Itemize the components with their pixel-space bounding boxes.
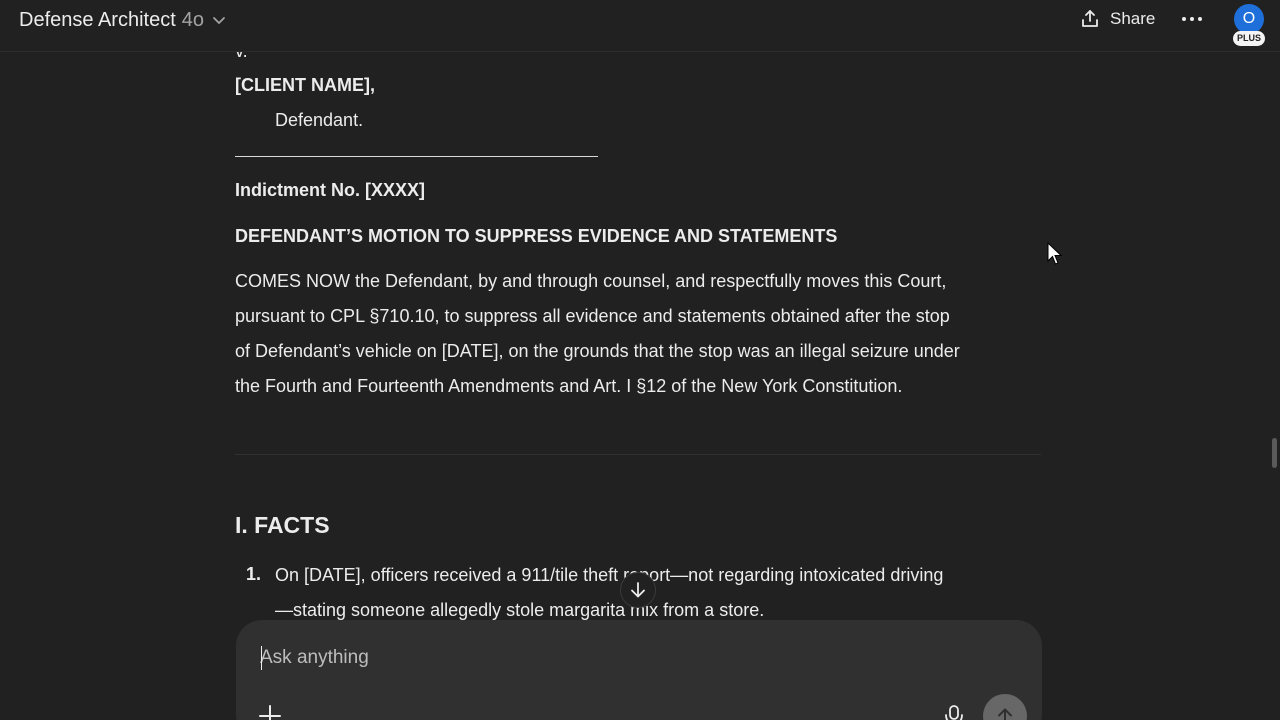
model-name: Defense Architect (19, 8, 176, 31)
send-button[interactable] (983, 694, 1027, 720)
scroll-to-bottom-button[interactable] (620, 572, 656, 608)
caption-divider (235, 156, 598, 157)
plus-icon[interactable] (256, 702, 284, 720)
defendant-label: Defendant. (275, 110, 364, 130)
intro-line: pursuant to CPL §710.10, to suppress all… (235, 306, 950, 326)
fact-number: 1. (246, 564, 262, 584)
intro-line: of Defendant’s vehicle on [DATE], on the… (235, 341, 960, 361)
plan-badge: PLUS (1233, 31, 1266, 46)
more-options-icon (1182, 17, 1202, 21)
section-divider (235, 454, 1041, 455)
fact-line: —stating someone allegedly stole margari… (275, 600, 765, 620)
microphone-icon[interactable] (942, 702, 966, 720)
prompt-input[interactable] (260, 644, 960, 672)
intro-line: the Fourth and Fourteenth Amendments and… (235, 376, 903, 396)
text-caret (261, 646, 262, 670)
more-options-button[interactable] (1174, 4, 1210, 34)
scrollbar-thumb[interactable] (1272, 438, 1277, 468)
intro-line: COMES NOW the Defendant, by and through … (235, 271, 947, 291)
user-avatar-button[interactable]: O PLUS (1232, 4, 1266, 46)
top-header: Defense Architect 4o Share O PLUS (0, 0, 1280, 52)
model-selector[interactable]: Defense Architect 4o (10, 6, 235, 34)
arrow-down-icon (631, 582, 645, 598)
share-button[interactable]: Share (1072, 4, 1163, 34)
mouse-cursor-icon (1047, 242, 1063, 265)
avatar: O (1234, 4, 1264, 34)
model-version: 4o (181, 8, 204, 31)
client-name: [CLIENT NAME], (235, 75, 375, 95)
share-icon (1082, 10, 1098, 27)
facts-heading: I. FACTS (235, 512, 330, 538)
chevron-down-icon (213, 17, 225, 24)
share-label: Share (1110, 9, 1156, 28)
arrow-up-icon (998, 708, 1012, 720)
composer (236, 620, 1042, 720)
indictment-number: Indictment No. [XXXX] (235, 180, 426, 200)
fact-line: On [DATE], officers received a 911/tile … (275, 565, 944, 585)
motion-title: DEFENDANT’S MOTION TO SUPPRESS EVIDENCE … (235, 226, 838, 246)
